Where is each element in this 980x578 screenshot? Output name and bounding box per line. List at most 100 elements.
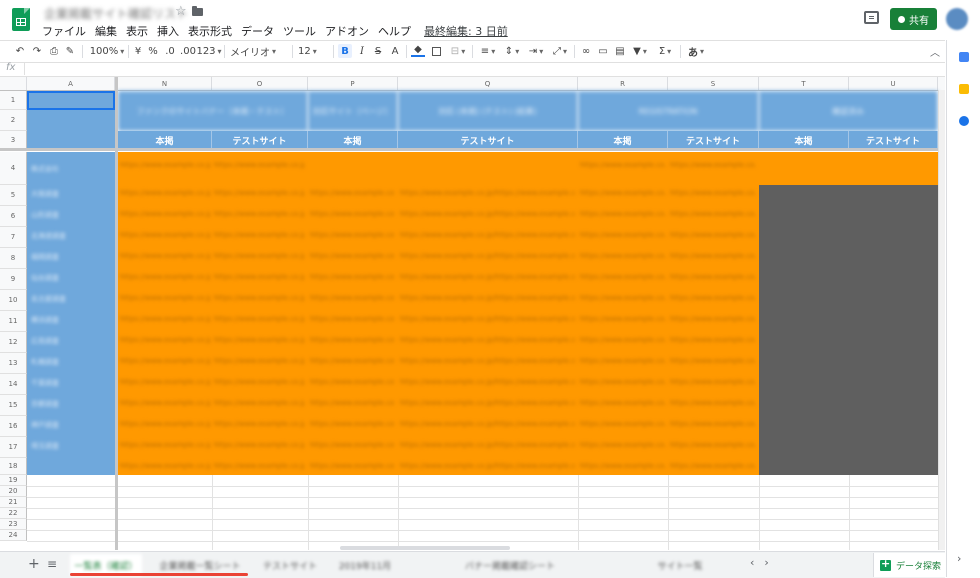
text-rotation-icon[interactable]: ⤢ <box>550 44 570 58</box>
column-header-t[interactable]: T <box>759 77 849 90</box>
menu-help[interactable]: ヘルプ <box>378 23 411 39</box>
chevron-right-icon[interactable]: › <box>764 556 768 569</box>
avatar[interactable] <box>946 8 968 30</box>
menu-insert[interactable]: 挿入 <box>157 23 179 39</box>
insert-comment-icon[interactable]: ▭ <box>597 44 609 58</box>
functions-icon[interactable]: Σ <box>656 44 674 58</box>
column-header-o[interactable]: O <box>212 77 308 90</box>
row-header[interactable]: 21 <box>0 497 27 508</box>
print-icon[interactable]: ⎙ <box>48 44 60 58</box>
row-header[interactable]: 14 <box>0 374 27 395</box>
header-cell-test[interactable]: テストサイト <box>212 131 308 149</box>
sheet-tab[interactable]: バナー掲載確認シート <box>405 554 615 576</box>
last-edit-link[interactable]: 最終編集: 3 日前 <box>424 23 508 39</box>
header-cell-main[interactable]: 本掲 <box>759 131 849 149</box>
row-header[interactable]: 3 <box>0 131 27 149</box>
keep-icon[interactable] <box>959 84 969 94</box>
menu-tools[interactable]: ツール <box>283 23 316 39</box>
formula-input[interactable] <box>30 62 930 76</box>
menu-view[interactable]: 表示 <box>126 23 148 39</box>
row-header[interactable]: 7 <box>0 227 27 248</box>
menu-file[interactable]: ファイル <box>42 23 86 39</box>
row-header[interactable]: 16 <box>0 416 27 437</box>
calendar-icon[interactable] <box>959 52 969 62</box>
menu-edit[interactable]: 編集 <box>95 23 117 39</box>
document-title[interactable]: 企業掲載サイト確認リスト <box>44 5 188 21</box>
select-all-corner[interactable] <box>0 77 27 90</box>
sheets-logo-icon[interactable] <box>12 8 30 31</box>
header-cell-test[interactable]: テストサイト <box>668 131 759 149</box>
row-header[interactable]: 13 <box>0 353 27 374</box>
row-header[interactable]: 12 <box>0 332 27 353</box>
menu-addons[interactable]: アドオン <box>325 23 369 39</box>
menu-data[interactable]: データ <box>241 23 274 39</box>
explore-button[interactable]: データ探索 <box>873 553 945 577</box>
column-header-q[interactable]: Q <box>398 77 578 90</box>
row-header[interactable]: 23 <box>0 519 27 530</box>
row-header[interactable]: 6 <box>0 206 27 227</box>
input-tools-button[interactable]: あ <box>686 44 706 59</box>
row-header[interactable]: 1 <box>0 91 27 110</box>
text-color-button[interactable]: A <box>389 44 401 58</box>
menu-format[interactable]: 表示形式 <box>188 23 232 39</box>
vertical-scrollbar[interactable] <box>938 90 945 550</box>
share-button[interactable]: 共有 <box>890 8 937 30</box>
add-sheet-icon[interactable]: + <box>28 556 40 572</box>
row-header[interactable]: 17 <box>0 437 27 458</box>
sheet-tab[interactable]: サイト一覧 <box>620 554 740 576</box>
row-header[interactable]: 10 <box>0 290 27 311</box>
header-cell-main[interactable]: 本掲 <box>308 131 398 149</box>
row-header[interactable]: 20 <box>0 486 27 497</box>
row-header[interactable]: 8 <box>0 248 27 269</box>
row-header[interactable]: 11 <box>0 311 27 332</box>
fill-color-icon[interactable]: ◆ <box>411 44 425 57</box>
vertical-align-icon[interactable]: ⇕ <box>502 44 522 58</box>
row-header[interactable]: 22 <box>0 508 27 519</box>
column-header-s[interactable]: S <box>668 77 759 90</box>
undo-icon[interactable]: ↶ <box>14 44 26 58</box>
filter-icon[interactable]: ▼ <box>630 44 650 58</box>
header-cell-test[interactable]: テストサイト <box>398 131 578 149</box>
star-icon[interactable]: ☆ <box>175 4 187 19</box>
currency-button[interactable]: ¥ <box>133 44 143 58</box>
horizontal-scrollbar[interactable] <box>340 546 510 550</box>
tasks-icon[interactable] <box>959 116 969 126</box>
chevron-left-icon[interactable]: ‹ <box>750 556 754 569</box>
row-header[interactable]: 18 <box>0 458 27 475</box>
zoom-select[interactable]: 100% <box>88 44 126 58</box>
borders-icon[interactable] <box>430 44 442 58</box>
insert-chart-icon[interactable]: ▤ <box>614 44 626 58</box>
column-header-n[interactable]: N <box>118 77 212 90</box>
row-header[interactable]: 9 <box>0 269 27 290</box>
comment-history-icon[interactable] <box>864 11 879 24</box>
font-select[interactable]: メイリオ <box>230 44 288 59</box>
all-sheets-icon[interactable]: ≡ <box>47 557 57 571</box>
selected-cell[interactable] <box>27 91 115 110</box>
row-header[interactable]: 5 <box>0 185 27 206</box>
collapse-menus-icon[interactable]: ︿ <box>930 44 940 59</box>
row-header[interactable]: 2 <box>0 110 27 131</box>
percent-button[interactable]: % <box>148 44 158 58</box>
row-header[interactable]: 24 <box>0 530 27 541</box>
decrease-decimal-button[interactable]: .0 <box>163 44 177 58</box>
row-header[interactable]: 15 <box>0 395 27 416</box>
column-header-u[interactable]: U <box>849 77 938 90</box>
sheet-tab[interactable]: テストサイト <box>255 554 325 576</box>
sheet-tab[interactable]: 2019年11月 <box>330 554 400 576</box>
spreadsheet-grid[interactable]: A N O P Q R S T U ファンクのサイトバナー（本掲・テスト） 対応… <box>0 77 945 550</box>
header-cell-main[interactable]: 本掲 <box>578 131 668 149</box>
increase-decimal-button[interactable]: .00 <box>180 44 196 58</box>
font-size-select[interactable]: 12 <box>298 44 328 58</box>
paint-format-icon[interactable]: ✎ <box>64 44 76 58</box>
row-header[interactable]: 4 <box>0 152 27 185</box>
row-header[interactable]: 19 <box>0 475 27 486</box>
header-cell-main[interactable]: 本掲 <box>118 131 212 149</box>
horizontal-align-icon[interactable]: ≡ <box>478 44 498 58</box>
column-header-r[interactable]: R <box>578 77 668 90</box>
expand-side-panel-icon[interactable]: › <box>957 552 961 565</box>
strikethrough-button[interactable]: S <box>372 44 384 58</box>
redo-icon[interactable]: ↷ <box>31 44 43 58</box>
insert-link-icon[interactable]: ∞ <box>580 44 592 58</box>
column-header-p[interactable]: P <box>308 77 398 90</box>
column-header-a[interactable]: A <box>27 77 115 90</box>
